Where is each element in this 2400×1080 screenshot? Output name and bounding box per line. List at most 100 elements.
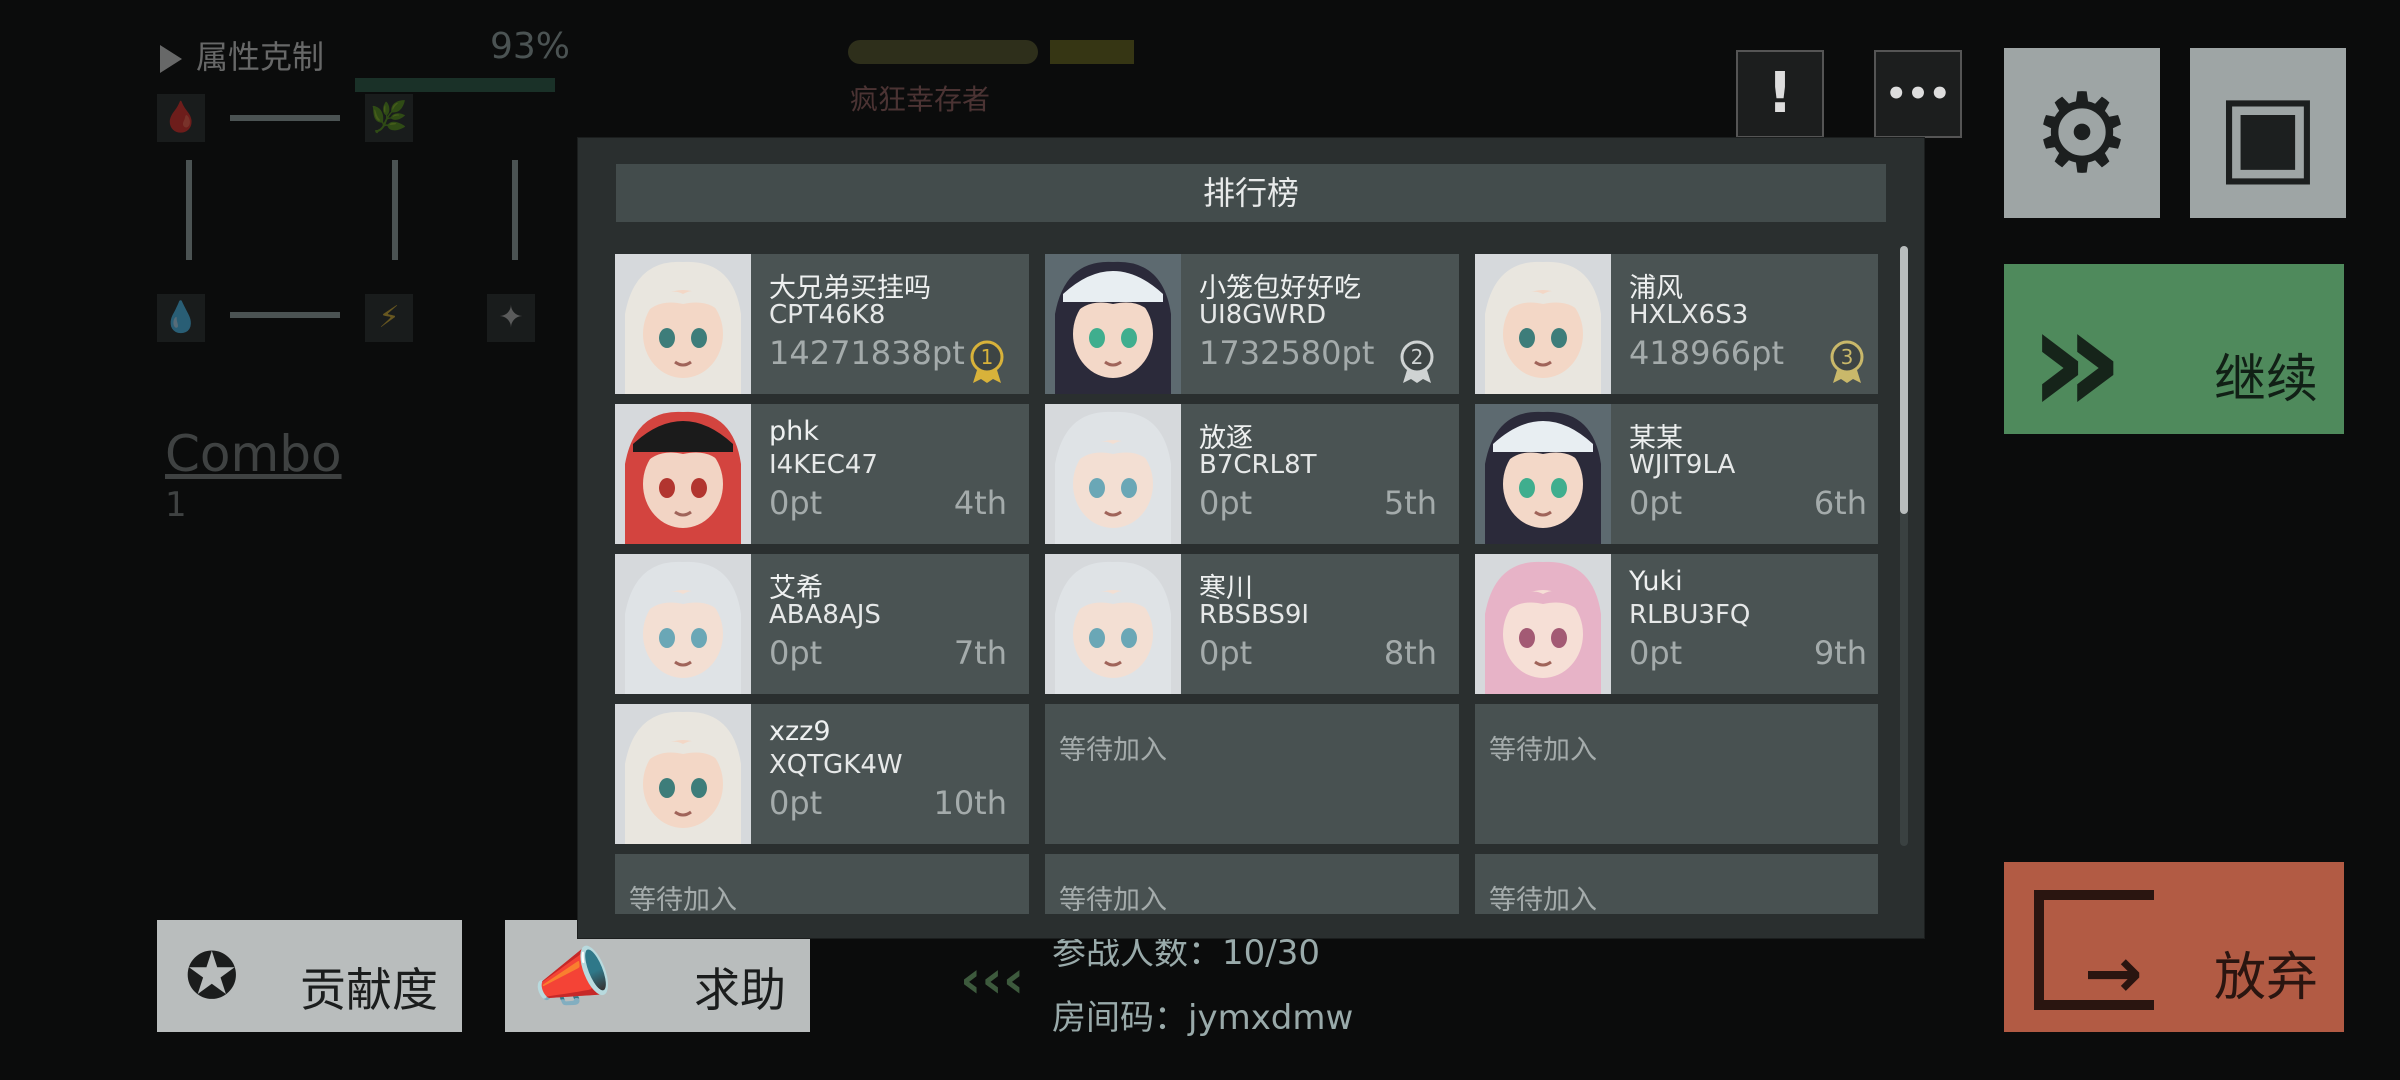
player-rank: 9th [1813, 634, 1867, 672]
player-code: RLBU3FQ [1629, 600, 1751, 630]
player-rank: 5th [1383, 484, 1437, 522]
attribute-title: 属性克制 [196, 38, 325, 76]
backpack-icon: ▣ [2216, 69, 2320, 197]
participants-value: 10/30 [1222, 933, 1320, 973]
robot-arm-icon: ⚙ [2032, 69, 2132, 197]
player-code: ABA8AJS [769, 600, 881, 630]
avatar-portrait [1045, 254, 1181, 394]
leaderboard-entry[interactable]: phk I4KEC47 0pt 4th [615, 404, 1029, 544]
chat-button[interactable]: ••• [1874, 50, 1962, 138]
room-code-info: 房间码：jymxdmw [1052, 990, 1353, 1039]
alert-button[interactable]: ! [1736, 50, 1824, 138]
player-code: HXLX6S3 [1629, 300, 1749, 330]
avatar-portrait [615, 404, 751, 544]
player-name: Yuki [1629, 566, 1683, 597]
player-rank: 4th [953, 484, 1007, 522]
player-code: XQTGK4W [769, 750, 903, 780]
scrollbar-thumb[interactable] [1900, 246, 1908, 514]
leaderboard-entry[interactable]: 浦风 HXLX6S3 418966pt 3 [1475, 254, 1878, 394]
empty-slot: 等待加入 [1475, 704, 1878, 844]
equipment-button[interactable]: ⚙ [2004, 48, 2160, 218]
player-score: 0pt [769, 634, 823, 672]
avatar-portrait [1475, 254, 1611, 394]
rank-medal-icon: 2 [1397, 340, 1437, 384]
avatar-portrait [615, 704, 751, 844]
backpack-button[interactable]: ▣ [2190, 48, 2346, 218]
waiting-label: 等待加入 [1489, 885, 1597, 914]
combo-label: Combo [165, 425, 342, 483]
boss-hp-percent: 93% [490, 26, 571, 67]
arrow-right-icon [230, 115, 340, 121]
leaderboard-entry[interactable]: 放逐 B7CRL8T 0pt 5th [1045, 404, 1459, 544]
continue-label: 继续 [2213, 350, 2318, 410]
player-code: I4KEC47 [769, 450, 878, 480]
waiting-label: 等待加入 [1059, 735, 1167, 766]
player-avatar [1475, 554, 1611, 694]
back-arrows-icon: ‹‹‹ [960, 950, 1025, 1010]
combo-value: 1 [165, 485, 187, 525]
waiting-label: 等待加入 [1489, 735, 1597, 766]
give-up-button[interactable]: → 放弃 [2004, 862, 2344, 1032]
help-label: 求助 [694, 963, 786, 1017]
leaderboard-entry[interactable]: Yuki RLBU3FQ 0pt 9th [1475, 554, 1878, 694]
avatar-portrait [615, 554, 751, 694]
player-avatar [615, 554, 751, 694]
empty-slot: 等待加入 [1475, 854, 1878, 914]
leaderboard-entry[interactable]: 小笼包好好吃 UI8GWRD 1732580pt 2 [1045, 254, 1459, 394]
player-score: 0pt [769, 784, 823, 822]
continue-button[interactable]: » 继续 [2004, 264, 2344, 448]
player-avatar [615, 254, 751, 394]
player-code: UI8GWRD [1199, 300, 1327, 330]
player-name: xzz9 [769, 716, 831, 747]
player-avatar [1475, 404, 1611, 544]
player-score: 0pt [1629, 634, 1683, 672]
play-triangle-icon [160, 45, 182, 73]
player-rank: 7th [953, 634, 1007, 672]
leaderboard-entry[interactable]: 寒川 RBSBS9I 0pt 8th [1045, 554, 1459, 694]
player-score: 0pt [1629, 484, 1683, 522]
contribution-label: 贡献度 [300, 963, 438, 1017]
rosette-icon: ✪ [185, 940, 239, 1014]
avatar-portrait [615, 254, 751, 394]
arrow-up-icon [186, 160, 192, 260]
arrow-left-icon [230, 312, 340, 318]
fire-element-icon: 🩸 [157, 94, 205, 142]
player-score: 418966pt [1629, 334, 1785, 372]
player-score: 14271838pt [769, 334, 965, 372]
player-score: 0pt [769, 484, 823, 522]
arrow-updown-icon [512, 160, 518, 260]
leaderboard-entry[interactable]: 某某 WJIT9LA 0pt 6th [1475, 404, 1878, 544]
hp-bar [355, 78, 555, 92]
rank-number: 3 [1841, 345, 1854, 369]
leaderboard-entry[interactable]: 大兄弟买挂吗 CPT46K8 14271838pt 1 [615, 254, 1029, 394]
player-code: B7CRL8T [1199, 450, 1317, 480]
player-avatar [1045, 254, 1181, 394]
megaphone-icon: 📣 [533, 941, 613, 1015]
exclamation-icon: ! [1767, 61, 1793, 126]
light-element-icon: ✦ [487, 294, 535, 342]
boss-shield-bar [1050, 40, 1134, 64]
wood-element-icon: 🌿 [365, 94, 413, 142]
empty-slot: 等待加入 [615, 854, 1029, 914]
leaderboard-entry[interactable]: xzz9 XQTGK4W 0pt 10th [615, 704, 1029, 844]
double-chevron-icon: » [2028, 274, 2125, 448]
player-code: CPT46K8 [769, 300, 886, 330]
player-rank: 10th [933, 784, 1007, 822]
chat-bubble-icon: ••• [1885, 74, 1951, 114]
avatar-portrait [1045, 554, 1181, 694]
thunder-element-icon: ⚡ [365, 294, 413, 342]
attribute-chart-toggle[interactable]: 属性克制 [160, 32, 324, 78]
player-avatar [1475, 254, 1611, 394]
water-element-icon: 💧 [157, 294, 205, 342]
leaderboard-grid[interactable]: 大兄弟买挂吗 CPT46K8 14271838pt 1 小笼包好好吃 UI8GWRD 173… [615, 254, 1878, 914]
empty-slot: 等待加入 [1045, 854, 1459, 914]
contribution-button[interactable]: ✪ 贡献度 [157, 920, 462, 1032]
exit-arrow-icon: → [2084, 932, 2143, 1014]
avatar-portrait [1045, 404, 1181, 544]
waiting-label: 等待加入 [629, 885, 737, 914]
leaderboard-dialog: 排行榜 大兄弟买挂吗 CPT46K8 14271838pt 1 小笼包好好吃 UI8GWR… [578, 138, 1924, 938]
player-score: 0pt [1199, 484, 1253, 522]
participants-label: 参战人数： [1052, 933, 1222, 973]
rank-number: 2 [1411, 345, 1424, 369]
leaderboard-entry[interactable]: 艾希 ABA8AJS 0pt 7th [615, 554, 1029, 694]
